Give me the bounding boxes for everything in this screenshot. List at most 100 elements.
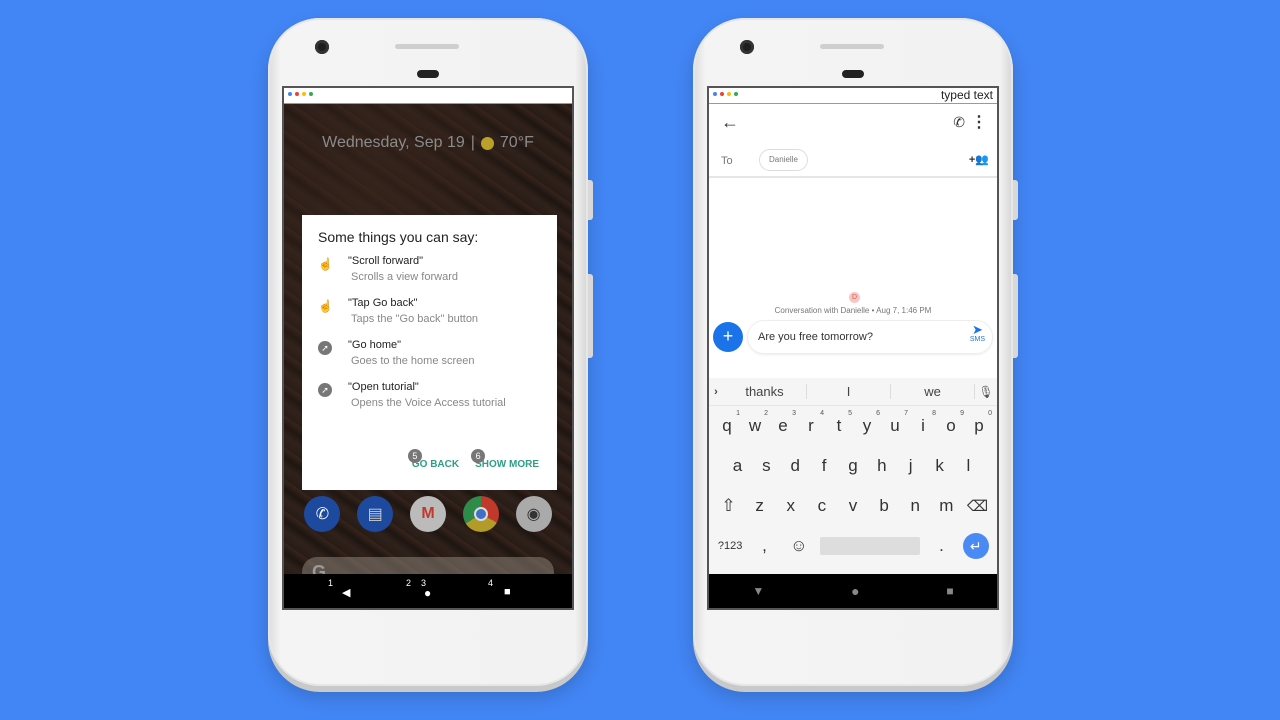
recents-square-icon[interactable]: ■ bbox=[946, 584, 953, 598]
earpiece bbox=[417, 70, 439, 78]
key-k[interactable]: k bbox=[927, 456, 953, 476]
period-key[interactable]: . bbox=[928, 536, 954, 556]
key-t[interactable]: t5 bbox=[826, 410, 852, 436]
key-hint-number: 2 bbox=[764, 410, 768, 417]
space-key[interactable] bbox=[820, 537, 921, 555]
suggestion-item[interactable]: thanks bbox=[723, 384, 807, 399]
front-camera bbox=[315, 40, 329, 54]
front-camera bbox=[740, 40, 754, 54]
app-dock: ✆ ▤ M ◉ bbox=[284, 496, 572, 532]
key-hint-number: 3 bbox=[792, 410, 796, 417]
chevron-right-icon[interactable]: › bbox=[709, 386, 723, 398]
mic-icon[interactable]: 🎙 bbox=[975, 385, 997, 399]
key-r[interactable]: r4 bbox=[798, 410, 824, 436]
key-y[interactable]: y6 bbox=[854, 410, 880, 436]
touch-icon: ☝ bbox=[318, 299, 333, 313]
dot-red bbox=[295, 92, 299, 96]
key-c[interactable]: c bbox=[809, 496, 835, 516]
emoji-icon[interactable]: ☺ bbox=[786, 536, 812, 556]
back-triangle-icon[interactable]: ◀ bbox=[342, 586, 350, 599]
key-g[interactable]: g bbox=[840, 456, 866, 476]
key-row-2: asdfghjkl bbox=[709, 446, 997, 486]
key-z[interactable]: z bbox=[747, 496, 773, 516]
comma-key[interactable]: , bbox=[751, 536, 777, 556]
recents-square-icon[interactable]: ■ bbox=[504, 586, 511, 598]
key-hint-number: 5 bbox=[848, 410, 852, 417]
separator: | bbox=[470, 134, 475, 151]
key-e[interactable]: e3 bbox=[770, 410, 796, 436]
recipient-row: To Danielle +👥 bbox=[709, 144, 997, 178]
key-q[interactable]: q1 bbox=[714, 410, 740, 436]
symbols-key[interactable]: ?123 bbox=[717, 540, 743, 552]
command-description: Scrolls a view forward bbox=[351, 271, 458, 283]
key-hint-number: 4 bbox=[820, 410, 824, 417]
key-hint-number: 0 bbox=[988, 410, 992, 417]
home-circle-icon[interactable]: ● bbox=[424, 586, 431, 600]
key-i[interactable]: i8 bbox=[910, 410, 936, 436]
command-description: Taps the "Go back" button bbox=[351, 313, 479, 325]
nav-number: 1 bbox=[328, 578, 334, 588]
key-hint-number: 8 bbox=[932, 410, 936, 417]
gmail-app-icon[interactable]: M bbox=[409, 496, 446, 532]
key-s[interactable]: s bbox=[753, 456, 779, 476]
shift-icon[interactable]: ⇧ bbox=[716, 496, 742, 516]
messages-app-icon[interactable]: ▤ bbox=[357, 496, 394, 532]
earpiece bbox=[842, 70, 864, 78]
date-text: Wednesday, Sep 19 bbox=[322, 134, 465, 151]
key-o[interactable]: o9 bbox=[938, 410, 964, 436]
key-b[interactable]: b bbox=[871, 496, 897, 516]
key-p[interactable]: p0 bbox=[966, 410, 992, 436]
key-h[interactable]: h bbox=[869, 456, 895, 476]
home-circle-icon[interactable]: ● bbox=[851, 583, 859, 599]
phone-app-icon[interactable]: ✆ bbox=[304, 496, 341, 532]
volume-button bbox=[1013, 274, 1018, 358]
compass-icon: ➚ bbox=[318, 341, 332, 355]
back-arrow-icon[interactable]: ← bbox=[721, 112, 739, 133]
key-l[interactable]: l bbox=[955, 456, 981, 476]
suggestion-item[interactable]: we bbox=[891, 384, 975, 399]
key-v[interactable]: v bbox=[840, 496, 866, 516]
attach-plus-button[interactable]: + bbox=[713, 322, 743, 352]
key-d[interactable]: d bbox=[782, 456, 808, 476]
camera-app-icon[interactable]: ◉ bbox=[515, 496, 552, 532]
assistant-dots bbox=[288, 92, 313, 96]
key-u[interactable]: u7 bbox=[882, 410, 908, 436]
key-j[interactable]: j bbox=[898, 456, 924, 476]
add-people-icon[interactable]: +👥 bbox=[969, 153, 989, 166]
command-item: ☝ "Tap Go back" Taps the "Go back" butto… bbox=[318, 297, 541, 325]
back-triangle-icon[interactable]: ▼ bbox=[752, 584, 764, 598]
key-w[interactable]: w2 bbox=[742, 410, 768, 436]
command-name: "Go home" bbox=[348, 339, 402, 351]
call-icon[interactable]: ✆ bbox=[953, 114, 965, 131]
go-back-button[interactable]: 5 GO BACK bbox=[407, 449, 459, 470]
backspace-icon[interactable]: ⌫ bbox=[964, 497, 990, 515]
date-weather-widget[interactable]: Wednesday, Sep 19 | 70°F bbox=[284, 134, 572, 152]
power-button bbox=[1013, 180, 1018, 220]
command-item: ☝ "Scroll forward" Scrolls a view forwar… bbox=[318, 255, 541, 283]
chrome-app-icon[interactable] bbox=[462, 496, 499, 532]
send-button[interactable]: ➤ SMS bbox=[970, 323, 985, 343]
key-m[interactable]: m bbox=[933, 496, 959, 516]
more-vert-icon[interactable]: ⋮ bbox=[971, 112, 987, 132]
conversation-area: D Conversation with Danielle • Aug 7, 1:… bbox=[709, 178, 997, 318]
right-phone: typed text ← ✆ ⋮ To Danielle +👥 D Conver… bbox=[693, 18, 1018, 686]
dot-green bbox=[734, 92, 738, 96]
command-name: "Open tutorial" bbox=[348, 381, 419, 393]
left-phone: Wednesday, Sep 19 | 70°F Some things you… bbox=[268, 18, 593, 686]
key-n[interactable]: n bbox=[902, 496, 928, 516]
command-item: ➚ "Go home" Goes to the home screen bbox=[318, 339, 541, 367]
key-f[interactable]: f bbox=[811, 456, 837, 476]
key-x[interactable]: x bbox=[778, 496, 804, 516]
speaker-grill bbox=[820, 44, 884, 49]
keyboard: › thanks I we 🎙 q1w2e3r4t5y6u7i8o9p0 asd… bbox=[709, 378, 997, 574]
show-more-button[interactable]: 6 SHOW MORE bbox=[471, 449, 539, 470]
recipient-chip[interactable]: Danielle bbox=[759, 149, 808, 171]
enter-key-icon[interactable]: ↵ bbox=[962, 533, 989, 559]
status-bar bbox=[284, 88, 572, 104]
key-a[interactable]: a bbox=[724, 456, 750, 476]
suggestion-item[interactable]: I bbox=[807, 384, 891, 399]
voice-access-dialog: Some things you can say: ☝ "Scroll forwa… bbox=[302, 215, 557, 490]
message-input[interactable]: Are you free tomorrow? bbox=[747, 320, 993, 354]
number-badge: 5 bbox=[407, 449, 422, 463]
right-screen: typed text ← ✆ ⋮ To Danielle +👥 D Conver… bbox=[707, 86, 999, 610]
